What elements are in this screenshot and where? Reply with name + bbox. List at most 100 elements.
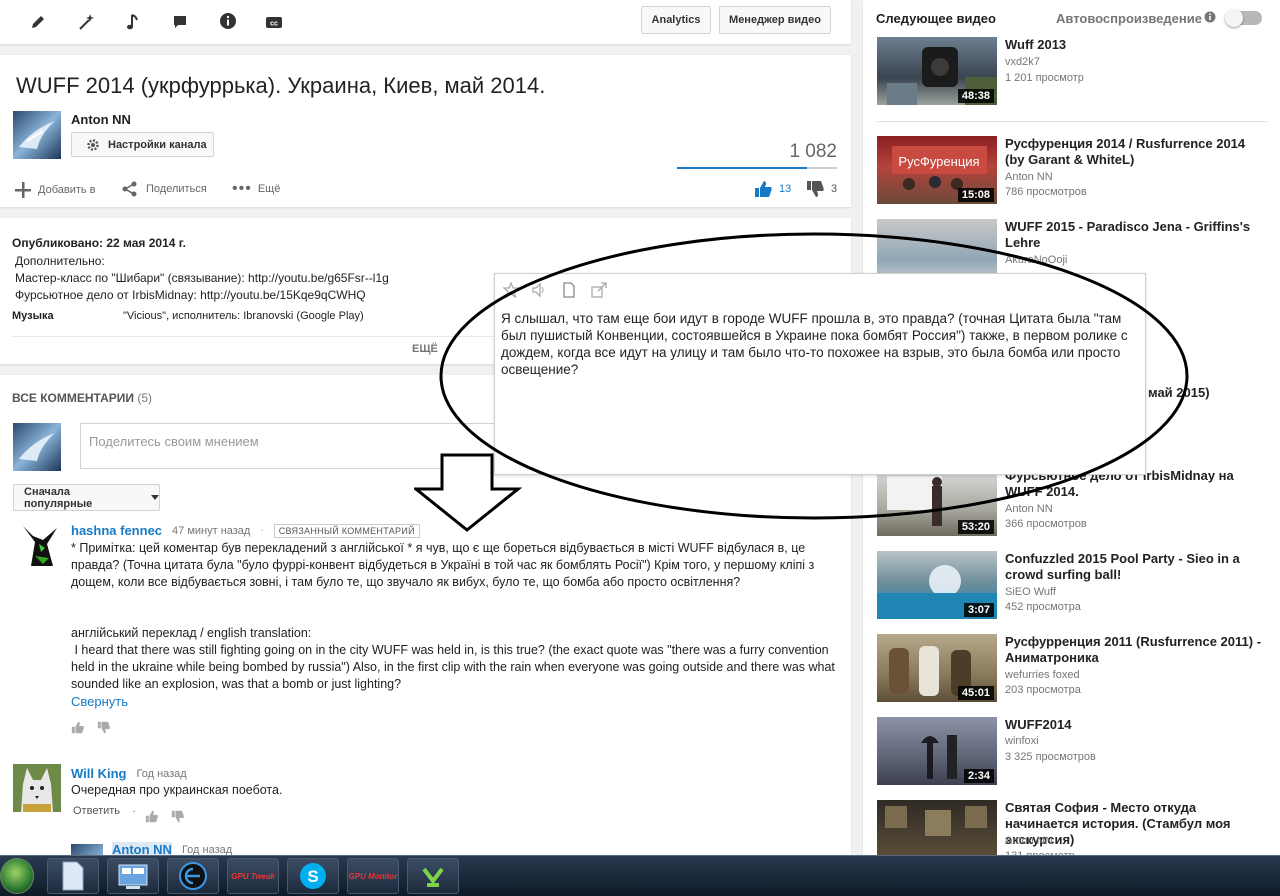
linked-comment-badge: СВЯЗАННЫЙ КОММЕНТАРИЙ: [273, 523, 420, 538]
more-action[interactable]: ••• Ещё: [232, 180, 280, 197]
taskbar-file-icon[interactable]: [47, 858, 99, 894]
comment-dislike-icon[interactable]: [97, 721, 111, 734]
video-views: 203 просмотра: [1005, 684, 1081, 696]
show-more-button[interactable]: ЕЩЁ: [412, 343, 438, 355]
video-title[interactable]: Русфуренция 2014 / Rusfurrence 2014 (by …: [1005, 136, 1267, 168]
comment-like-icon[interactable]: [71, 721, 85, 734]
gpu-monitor-label: GPU Monitor: [348, 871, 398, 881]
video-title[interactable]: Wuff 2013: [1005, 37, 1267, 53]
collapse-link[interactable]: Свернуть: [71, 694, 128, 709]
channel-avatar[interactable]: [13, 111, 61, 159]
current-user-avatar: [13, 423, 61, 471]
thumbs-up-icon: [754, 180, 773, 198]
video-info-card: WUFF 2014 (укрфуррька). Украина, Киев, м…: [0, 55, 851, 207]
video-thumbnail[interactable]: 48:38: [877, 37, 997, 105]
dropdown-arrow-icon: [151, 495, 159, 500]
comment-text-translation-label: англійський переклад / english translati…: [71, 626, 312, 640]
share-icon: [122, 181, 138, 197]
like-ratio-fill: [677, 167, 807, 169]
add-to-action[interactable]: Добавить в: [14, 181, 96, 199]
channel-settings-label: Настройки канала: [108, 138, 207, 151]
description-line-1: Мастер-класс по "Шибари" (связывание): h…: [15, 271, 389, 285]
video-views: 452 просмотра: [1005, 601, 1081, 613]
reply-header: Anton NN Год назад: [112, 842, 232, 855]
video-channel: winfoxi: [1005, 735, 1039, 747]
music-value: "Vicious", исполнитель: Ibranovski (Goog…: [123, 310, 364, 322]
annotation-icon[interactable]: [170, 12, 190, 32]
reply-timestamp[interactable]: Год назад: [182, 844, 232, 856]
description-additional: Дополнительно:: [15, 254, 105, 268]
autoplay-label: Автовоспроизведение: [1056, 11, 1202, 26]
dislike-count: 3: [831, 183, 838, 195]
comment-like-icon[interactable]: [145, 810, 159, 823]
video-title[interactable]: WUFF2014: [1005, 717, 1267, 733]
video-channel: Anton NN: [1005, 835, 1053, 847]
video-thumbnail[interactable]: РусФуренция 15:08: [877, 136, 997, 204]
comment-author-name[interactable]: hashna fennec: [71, 523, 162, 538]
reply-button[interactable]: Ответить: [73, 805, 120, 817]
channel-name[interactable]: Anton NN: [71, 112, 131, 127]
video-duration: 45:01: [957, 686, 994, 700]
thumbnail-text: РусФуренция: [898, 154, 979, 169]
share-action[interactable]: Поделиться: [122, 181, 207, 197]
comment-timestamp[interactable]: 47 минут назад: [172, 525, 250, 537]
comment-timestamp[interactable]: Год назад: [137, 768, 187, 780]
channel-settings-button[interactable]: Настройки канала: [71, 132, 214, 157]
comment-author-avatar[interactable]: [13, 522, 61, 570]
start-button[interactable]: [0, 858, 34, 894]
autoplay-toggle[interactable]: [1225, 9, 1262, 27]
video-duration: 48:38: [957, 89, 994, 103]
sort-label: Сначала популярные: [24, 485, 93, 510]
comments-header-label: ВСЕ КОММЕНТАРИИ: [12, 391, 135, 405]
taskbar-explorer-icon[interactable]: [107, 858, 159, 894]
closed-captions-icon[interactable]: cc: [264, 12, 284, 32]
video-thumbnail[interactable]: [877, 800, 997, 855]
info-icon[interactable]: [1204, 11, 1216, 23]
sort-dropdown[interactable]: Сначала популярные: [13, 484, 160, 511]
gpu-tweak-label: GPU Tweak: [231, 871, 275, 881]
taskbar-browser-icon[interactable]: [167, 858, 219, 894]
comment-author-avatar[interactable]: [13, 764, 61, 812]
thumbs-down-icon: [806, 180, 825, 198]
share-label: Поделиться: [146, 183, 207, 195]
video-title: WUFF 2014 (укрфуррька). Украина, Киев, м…: [16, 73, 546, 98]
description-line-2: Фурсьютное дело от IrbisMidnay: http://y…: [15, 288, 366, 302]
video-views: 3 325 просмотров: [1005, 751, 1096, 763]
down-arrow-annotation: [414, 453, 522, 532]
video-thumbnail[interactable]: 45:01: [877, 634, 997, 702]
video-title[interactable]: Русфурренция 2011 (Rusfurrence 2011) - А…: [1005, 634, 1267, 666]
like-count: 13: [779, 183, 792, 195]
video-channel: wefurries foxed: [1005, 669, 1080, 681]
pencil-icon[interactable]: [28, 12, 48, 32]
music-note-icon[interactable]: [123, 12, 143, 32]
magic-wand-icon[interactable]: [76, 12, 96, 32]
reply-author-avatar[interactable]: [71, 844, 103, 855]
add-to-label: Добавить в: [38, 184, 96, 196]
video-views: 1 201 просмотр: [1005, 72, 1084, 84]
comment-header: hashna fennec 47 минут назад · СВЯЗАННЫЙ…: [71, 523, 420, 538]
comments-count: (5): [137, 391, 153, 405]
comment-dislike-icon[interactable]: [171, 810, 185, 823]
comment-header: Will King Год назад: [71, 766, 187, 781]
taskbar-gpu-tweak-icon[interactable]: GPU Tweak: [227, 858, 279, 894]
taskbar-app-icon[interactable]: [407, 858, 459, 894]
like-button[interactable]: 13: [754, 180, 791, 198]
analytics-button[interactable]: Analytics: [641, 6, 711, 34]
video-title[interactable]: Confuzzled 2015 Pool Party - Sieo in a c…: [1005, 551, 1267, 583]
sidebar-divider: [877, 121, 1267, 122]
taskbar-gpu-monitor-icon[interactable]: GPU Monitor: [347, 858, 399, 894]
reply-author-name[interactable]: Anton NN: [112, 842, 172, 855]
svg-text:S: S: [307, 867, 318, 886]
video-thumbnail[interactable]: 3:07: [877, 551, 997, 619]
video-duration: 2:34: [963, 769, 994, 783]
video-manager-button[interactable]: Менеджер видео: [719, 6, 831, 34]
video-thumbnail[interactable]: 2:34: [877, 717, 997, 785]
info-icon[interactable]: [218, 11, 238, 31]
video-channel: SiEO Wuff: [1005, 586, 1056, 598]
dislike-button[interactable]: 3: [806, 180, 837, 198]
taskbar-skype-icon[interactable]: S: [287, 858, 339, 894]
comment-input-placeholder: Поделитесь своим мнением: [89, 434, 259, 449]
more-dots-icon: •••: [232, 180, 252, 197]
autoplay-toggle-knob: [1225, 9, 1243, 27]
comment-author-name[interactable]: Will King: [71, 766, 127, 781]
